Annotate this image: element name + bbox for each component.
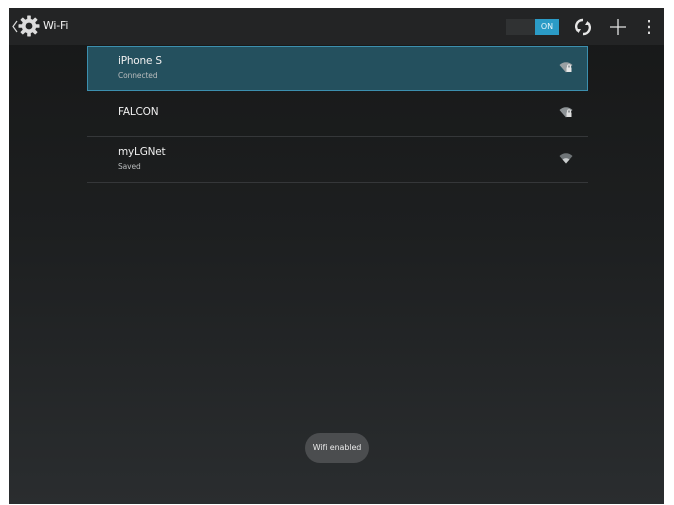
network-status: Saved — [118, 162, 141, 171]
page-title: Wi-Fi — [43, 19, 69, 32]
add-network-icon[interactable] — [609, 18, 627, 36]
network-list: iPhone S Connected FALCON myLGNet Saved — [87, 46, 588, 183]
settings-screen: Wi-Fi ON iPhone S Connected FALCON myLGN… — [9, 8, 664, 504]
wps-scan-icon[interactable] — [575, 18, 591, 36]
network-ssid: myLGNet — [118, 146, 166, 158]
network-status: Connected — [118, 71, 158, 80]
network-ssid: iPhone S — [118, 55, 162, 67]
action-bar: Wi-Fi ON — [9, 8, 664, 45]
toggle-on-label: ON — [535, 19, 559, 35]
wifi-toggle[interactable]: ON — [506, 19, 559, 35]
network-ssid: FALCON — [118, 106, 159, 118]
wifi-locked-icon — [559, 107, 573, 118]
network-row-mylgnet[interactable]: myLGNet Saved — [87, 137, 588, 183]
network-row-falcon[interactable]: FALCON — [87, 91, 588, 137]
overflow-menu-icon[interactable] — [647, 19, 651, 35]
network-row-iphone-s[interactable]: iPhone S Connected — [87, 46, 588, 91]
toast-message: Wifi enabled — [305, 433, 369, 463]
wifi-signal-icon — [559, 153, 573, 164]
wifi-locked-icon — [559, 62, 573, 73]
gear-icon[interactable] — [17, 14, 41, 38]
